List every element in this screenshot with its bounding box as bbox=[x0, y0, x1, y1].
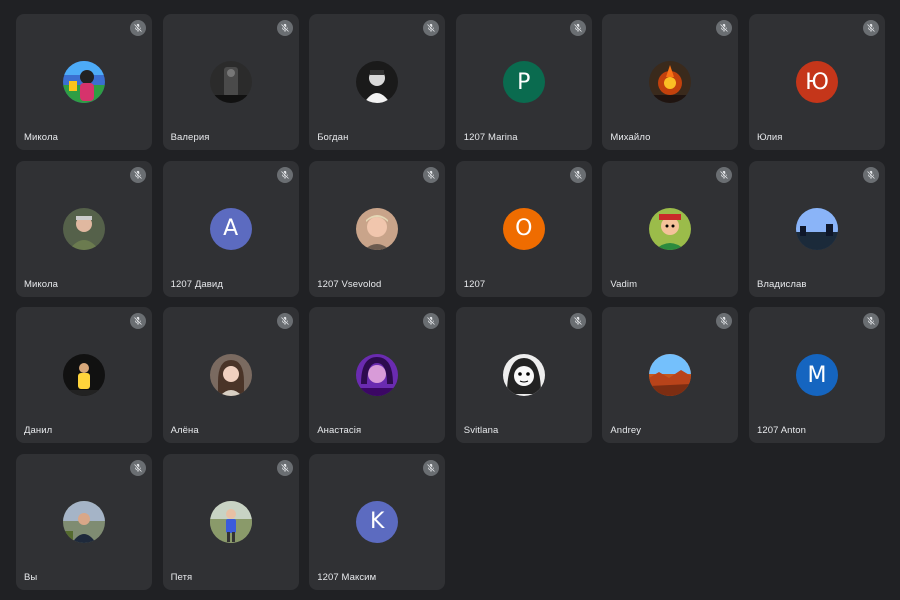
mic-off-icon bbox=[423, 166, 440, 183]
participant-name: Svitlana bbox=[463, 425, 499, 437]
participant-name: Микола bbox=[24, 278, 58, 290]
participant-tile[interactable]: Михайло bbox=[602, 14, 739, 150]
avatar-photo bbox=[649, 354, 692, 397]
participant-tile[interactable]: 1207 Vsevolod bbox=[309, 160, 446, 297]
mic-off-icon bbox=[423, 20, 440, 36]
participant-name: Петя bbox=[170, 571, 193, 583]
participant-tile[interactable]: Svitlana bbox=[455, 307, 592, 444]
mic-off-icon bbox=[862, 313, 879, 330]
avatar-letter: Ю bbox=[795, 61, 838, 103]
participant-name: Вы bbox=[24, 571, 38, 583]
participant-name: Михайло bbox=[610, 132, 651, 143]
participant-tile[interactable]: P 1207 Marina bbox=[455, 14, 592, 150]
participant-tile[interactable]: Петя bbox=[162, 453, 299, 590]
mic-off-icon bbox=[569, 313, 586, 330]
participant-name: Vadim bbox=[610, 278, 638, 290]
avatar-photo bbox=[63, 354, 105, 397]
participant-name: Богдан bbox=[317, 132, 349, 143]
mic-off-icon bbox=[130, 459, 146, 476]
mic-off-icon bbox=[130, 20, 146, 36]
participant-tile[interactable]: Ю Юлия bbox=[748, 14, 885, 150]
avatar-letter: P bbox=[502, 61, 545, 103]
participant-tile[interactable]: O 1207 bbox=[455, 160, 592, 297]
mic-off-icon bbox=[276, 20, 293, 36]
avatar-photo bbox=[502, 354, 545, 397]
participant-name: Данил bbox=[24, 425, 53, 437]
mic-off-icon bbox=[716, 313, 733, 330]
participant-name: Алёна bbox=[170, 425, 199, 437]
participant-name: 1207 Vsevolod bbox=[317, 278, 382, 290]
avatar-letter: A bbox=[209, 207, 252, 250]
avatar-photo bbox=[356, 207, 399, 250]
mic-off-icon bbox=[862, 20, 879, 36]
avatar-photo bbox=[649, 207, 692, 250]
participant-tile[interactable]: Микола bbox=[16, 14, 152, 150]
participant-tile[interactable]: Andrey bbox=[602, 307, 739, 444]
participant-tile[interactable]: Богдан bbox=[309, 14, 446, 150]
avatar-photo bbox=[356, 354, 399, 397]
participant-name: 1207 Максим bbox=[317, 571, 377, 583]
participant-name: Владислав bbox=[756, 278, 807, 290]
mic-off-icon bbox=[130, 313, 146, 330]
participant-tile[interactable]: A 1207 Давид bbox=[162, 160, 299, 297]
mic-off-icon bbox=[423, 459, 440, 476]
avatar-photo bbox=[356, 61, 399, 103]
avatar-photo bbox=[649, 61, 692, 103]
avatar-photo bbox=[63, 61, 105, 103]
avatar-letter: K bbox=[356, 500, 399, 543]
participant-name: 1207 bbox=[463, 278, 486, 290]
mic-off-icon bbox=[423, 313, 440, 330]
mic-off-icon bbox=[569, 166, 586, 183]
avatar-letter: M bbox=[795, 354, 838, 397]
participant-name: 1207 Marina bbox=[463, 132, 518, 143]
avatar-photo bbox=[63, 207, 105, 250]
mic-off-icon bbox=[130, 166, 146, 183]
participant-name: Микола bbox=[24, 132, 58, 143]
avatar-photo bbox=[209, 61, 252, 103]
avatar-photo bbox=[795, 207, 838, 250]
participant-tile[interactable]: Vadim bbox=[602, 160, 739, 297]
participant-tile[interactable]: Вы bbox=[16, 453, 152, 590]
participant-tile[interactable]: Валерия bbox=[162, 14, 299, 150]
avatar-letter: O bbox=[502, 207, 545, 250]
participant-tile[interactable]: Анастасія bbox=[309, 307, 446, 444]
participant-tile[interactable]: Владислав bbox=[748, 160, 885, 297]
mic-off-icon bbox=[716, 166, 733, 183]
avatar-photo bbox=[209, 354, 252, 397]
participant-tile[interactable]: K 1207 Максим bbox=[309, 453, 446, 590]
participant-name: Юлия bbox=[756, 132, 783, 143]
avatar-photo bbox=[63, 500, 105, 543]
participant-name: 1207 Давид bbox=[170, 278, 223, 290]
mic-off-icon bbox=[716, 20, 733, 36]
participant-tile[interactable]: M 1207 Anton bbox=[748, 307, 885, 444]
mic-off-icon bbox=[276, 459, 293, 476]
mic-off-icon bbox=[276, 313, 293, 330]
participant-tile[interactable]: Алёна bbox=[162, 307, 299, 444]
participant-tile[interactable]: Микола bbox=[16, 160, 152, 297]
participant-name: 1207 Anton bbox=[756, 425, 807, 437]
participant-grid: Микола Валерия Богдан P 1207 Marina Михайло Ю Ю… bbox=[16, 14, 885, 590]
participant-name: Валерия bbox=[170, 132, 210, 143]
mic-off-icon bbox=[569, 20, 586, 36]
avatar-photo bbox=[209, 500, 252, 543]
mic-off-icon bbox=[862, 166, 879, 183]
participant-tile[interactable]: Данил bbox=[16, 307, 152, 444]
participant-name: Andrey bbox=[610, 425, 642, 437]
mic-off-icon bbox=[276, 166, 293, 183]
participant-name: Анастасія bbox=[317, 425, 362, 437]
